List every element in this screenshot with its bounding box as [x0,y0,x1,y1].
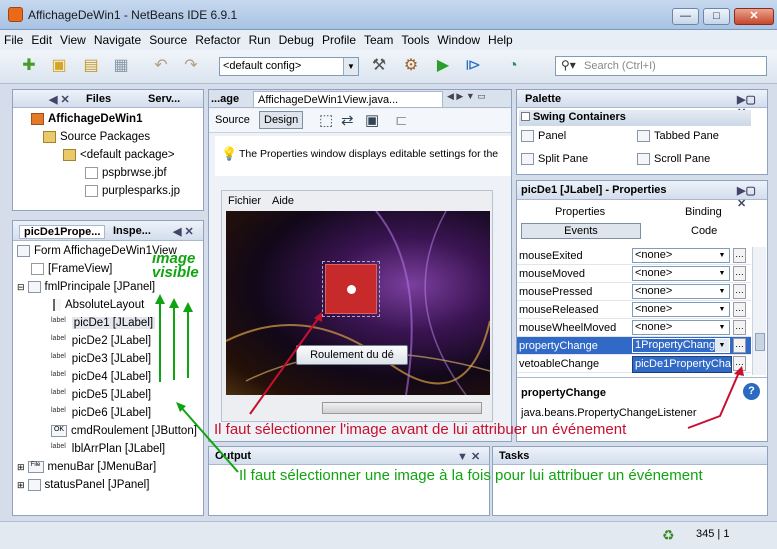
annotation-green: Il faut sélectionner une image à la fois… [239,467,703,484]
annotation-image-visible: image visible [152,250,199,281]
annotation-red: Il faut sélectionner l'image avant de lu… [214,421,627,438]
